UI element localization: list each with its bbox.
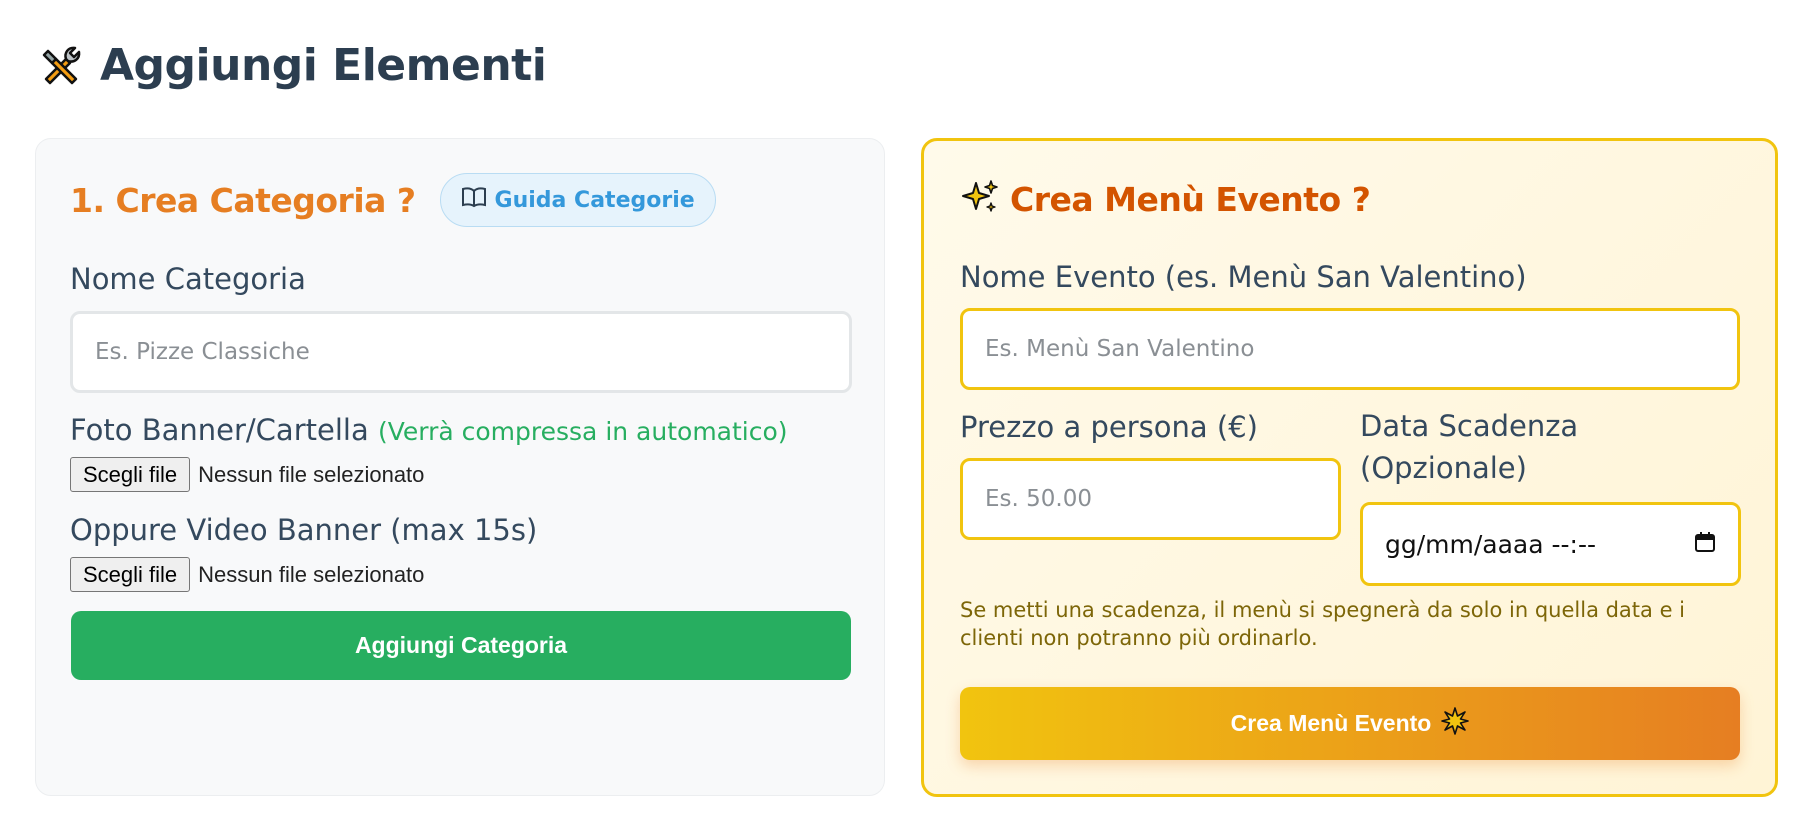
expiry-date-label: Data Scadenza (Opzionale) bbox=[1360, 405, 1578, 489]
guide-categories-button[interactable]: Guida Categorie bbox=[439, 173, 716, 227]
tools-icon bbox=[36, 41, 86, 91]
video-banner-label: Oppure Video Banner (max 15s) bbox=[70, 513, 538, 547]
price-per-person-input[interactable]: Es. 50.00 bbox=[960, 458, 1341, 540]
photo-banner-label-text: Foto Banner/Cartella bbox=[70, 413, 369, 447]
photo-choose-file-button[interactable]: Scegli file bbox=[70, 457, 191, 492]
book-icon bbox=[461, 186, 487, 214]
video-file-status: Nessun file selezionato bbox=[198, 561, 425, 587]
category-section-header: 1. Crea Categoria ? Guida Categorie bbox=[70, 173, 716, 227]
event-section-header: Crea Menù Evento ? bbox=[960, 177, 1371, 221]
category-section-title: 1. Crea Categoria ? bbox=[70, 180, 416, 220]
create-event-menu-card: Crea Menù Evento ? Nome Evento (es. Menù… bbox=[921, 138, 1778, 797]
video-choose-file-button[interactable]: Scegli file bbox=[70, 557, 191, 592]
event-section-title: Crea Menù Evento ? bbox=[1010, 179, 1371, 219]
guide-categories-label: Guida Categorie bbox=[494, 187, 695, 213]
category-name-input[interactable]: Es. Pizze Classiche bbox=[70, 311, 852, 393]
category-name-label: Nome Categoria bbox=[70, 262, 306, 296]
event-name-input[interactable]: Es. Menù San Valentino bbox=[960, 308, 1740, 390]
photo-file-input[interactable]: Scegli file Nessun file selezionato bbox=[70, 457, 424, 492]
add-category-button[interactable]: Aggiungi Categoria bbox=[71, 611, 851, 680]
calendar-icon[interactable] bbox=[1694, 530, 1716, 559]
create-category-card: 1. Crea Categoria ? Guida Categorie Nome… bbox=[35, 138, 885, 796]
sparkles-icon bbox=[960, 177, 1000, 221]
event-name-label: Nome Evento (es. Menù San Valentino) bbox=[960, 260, 1527, 294]
page-title: Aggiungi Elementi bbox=[100, 40, 547, 91]
photo-banner-label: Foto Banner/Cartella (Verrà compressa in… bbox=[70, 413, 788, 447]
expiry-date-label-line1: Data Scadenza bbox=[1360, 409, 1579, 443]
create-event-menu-button[interactable]: Crea Menù Evento bbox=[960, 687, 1740, 760]
expiry-date-label-line2: (Opzionale) bbox=[1360, 451, 1527, 485]
expiry-note: Se metti una scadenza, il menù si spegne… bbox=[960, 598, 1686, 650]
price-per-person-label: Prezzo a persona (€) bbox=[960, 410, 1258, 444]
photo-banner-hint: (Verrà compressa in automatico) bbox=[377, 417, 788, 446]
expiry-date-input[interactable]: gg/mm/aaaa --:-- bbox=[1360, 502, 1741, 586]
photo-file-status: Nessun file selezionato bbox=[198, 461, 425, 487]
expiry-date-placeholder: gg/mm/aaaa --:-- bbox=[1385, 529, 1597, 559]
create-event-menu-label: Crea Menù Evento bbox=[1230, 710, 1432, 736]
page-header: Aggiungi Elementi bbox=[36, 40, 547, 91]
video-file-input[interactable]: Scegli file Nessun file selezionato bbox=[70, 557, 424, 592]
sparkle-burst-icon bbox=[1441, 706, 1470, 741]
